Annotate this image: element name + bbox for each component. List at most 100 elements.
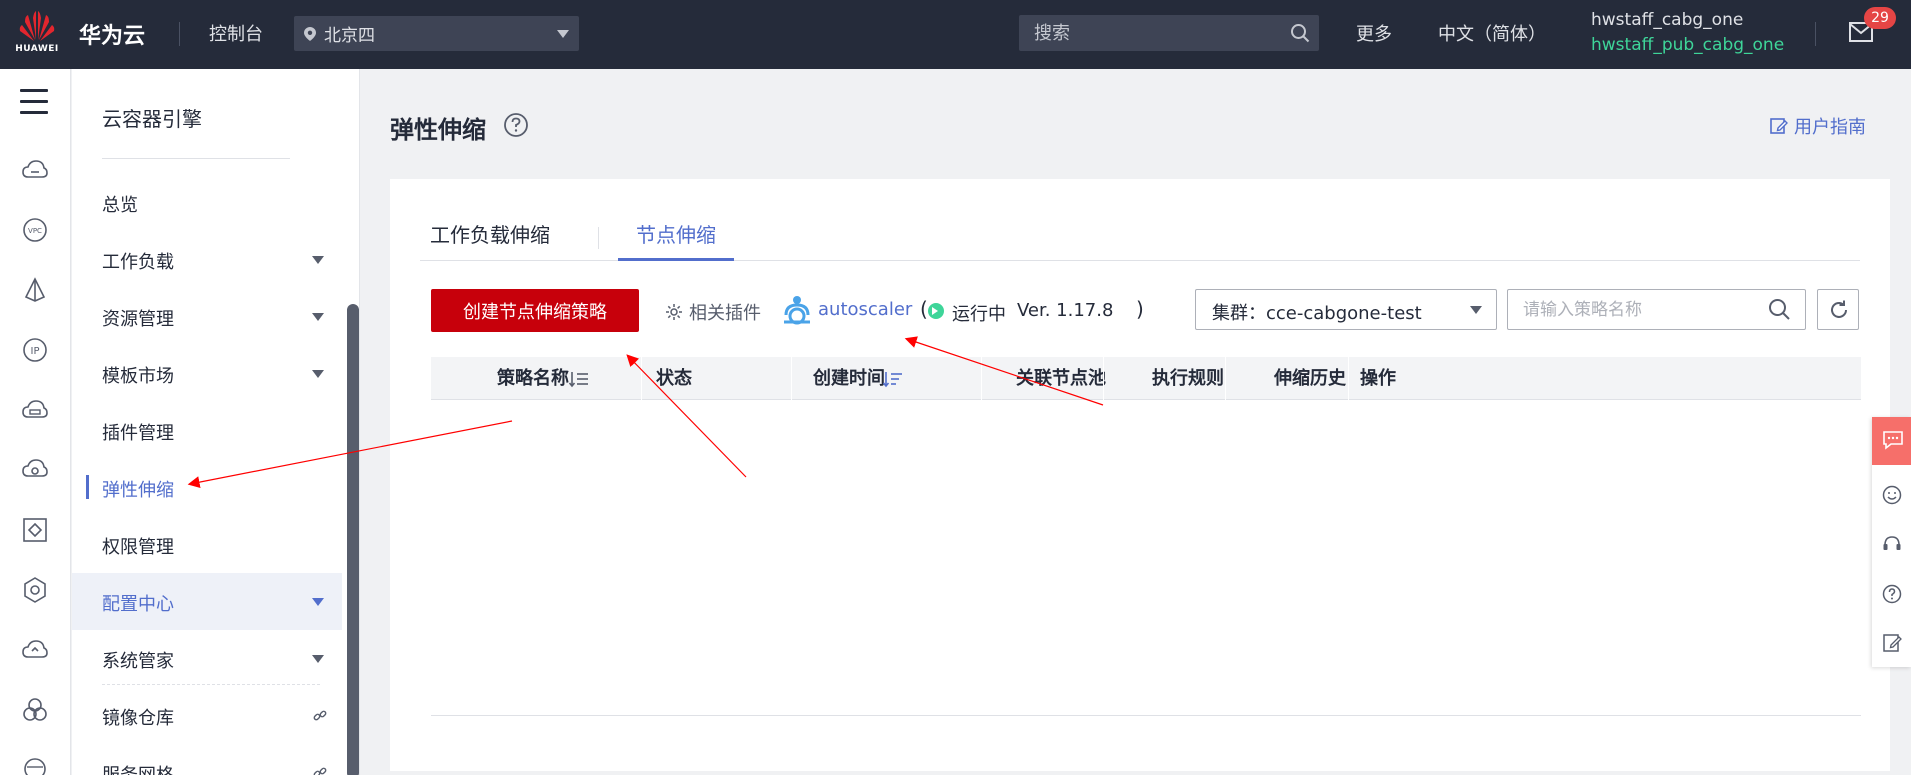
search-icon[interactable] xyxy=(1290,23,1310,43)
chevron-down-icon xyxy=(312,598,324,606)
sidebar-item-autoscaling[interactable]: 弹性伸缩 xyxy=(72,459,342,516)
column-header-status: 状态 xyxy=(656,368,692,389)
sort-active-icon[interactable] xyxy=(883,370,903,388)
column-header-node-pool: 关联节点池 xyxy=(1016,368,1106,389)
sidebar-item-system-manager[interactable]: 系统管家 xyxy=(72,630,342,687)
plugin-version: Ver. 1.17.8 xyxy=(1017,300,1114,321)
autoscaler-icon xyxy=(784,296,810,325)
huawei-logo[interactable]: HUAWEI xyxy=(14,10,60,58)
active-indicator xyxy=(86,475,89,499)
ip-icon[interactable]: IP xyxy=(22,337,48,363)
table-header: 策略名称 状态 创建时间 关联节点池 执行规则 伸缩历史 操作 xyxy=(431,357,1861,400)
edit-doc-icon xyxy=(1770,118,1788,134)
sidebar-item-label: 总览 xyxy=(102,195,138,216)
question-icon[interactable] xyxy=(1882,584,1902,604)
sidebar-item-overview[interactable]: 总览 xyxy=(72,174,342,231)
chevron-down-icon xyxy=(557,30,569,38)
global-search-input[interactable] xyxy=(1019,15,1319,51)
column-header-scaling-history: 伸缩历史 xyxy=(1274,368,1346,389)
sidebar-item-label: 模板市场 xyxy=(102,366,174,387)
sidebar-item-image-repository[interactable]: 镜像仓库 xyxy=(72,687,342,744)
chat-icon xyxy=(1883,431,1903,450)
cloud-server-icon[interactable] xyxy=(22,158,48,184)
search-icon[interactable] xyxy=(1768,298,1790,320)
cluster-icon[interactable] xyxy=(22,697,48,723)
divider xyxy=(598,227,599,249)
more-menu[interactable]: 更多 xyxy=(1356,20,1392,46)
sidebar-item-label: 服务网格 xyxy=(102,761,174,775)
divider xyxy=(102,684,320,685)
brand-name[interactable]: 华为云 xyxy=(79,18,145,50)
sidebar-item-service-mesh[interactable]: 服务网格 xyxy=(72,744,342,775)
console-link[interactable]: 控制台 xyxy=(209,20,263,46)
sidebar-navigation: 云容器引擎 总览 工作负载 资源管理 模板市场 插件管理 弹性伸缩 权限管理 配… xyxy=(72,69,360,775)
external-link-icon xyxy=(313,710,327,721)
chat-button[interactable] xyxy=(1872,417,1911,465)
top-navigation-bar: HUAWEI 华为云 控制台 北京四 更多 中文（简体） hwstaff_cab… xyxy=(0,0,1911,69)
column-header-created-time[interactable]: 创建时间 xyxy=(813,357,885,400)
create-node-scaling-policy-button[interactable]: 创建节点伸缩策略 xyxy=(431,289,639,332)
location-pin-icon xyxy=(304,26,316,41)
tab-node-scaling[interactable]: 节点伸缩 xyxy=(618,219,734,261)
user-account[interactable]: hwstaff_pub_cabg_one xyxy=(1591,35,1784,55)
plugin-status: 运行中 xyxy=(952,304,1006,325)
column-header-exec-rules: 执行规则 xyxy=(1152,368,1224,389)
sidebar-item-workloads[interactable]: 工作负载 xyxy=(72,231,342,288)
sort-icon[interactable] xyxy=(569,370,589,388)
autoscaler-plugin-link[interactable]: autoscaler xyxy=(818,299,912,320)
sail-icon[interactable] xyxy=(22,277,48,303)
feedback-icon[interactable] xyxy=(1882,633,1902,653)
cluster-select[interactable]: 集群：cce-cabgone-test xyxy=(1195,289,1497,330)
sidebar-item-config-center[interactable]: 配置中心 xyxy=(72,573,342,630)
cloud-upload-icon[interactable] xyxy=(22,637,48,663)
user-guide-link[interactable]: 用户指南 xyxy=(1770,113,1866,139)
sidebar-scrollbar[interactable] xyxy=(347,304,359,775)
tab-workload-scaling[interactable]: 工作负载伸缩 xyxy=(430,219,550,261)
sidebar-item-plugins[interactable]: 插件管理 xyxy=(72,402,342,459)
floating-help-panel xyxy=(1872,417,1911,667)
logo-text: HUAWEI xyxy=(15,44,59,54)
sidebar-item-label: 系统管家 xyxy=(102,651,174,672)
user-name[interactable]: hwstaff_cabg_one xyxy=(1591,10,1743,30)
page-title: 弹性伸缩 xyxy=(390,116,486,144)
column-header-actions: 操作 xyxy=(1360,368,1396,389)
column-header-policy-name[interactable]: 策略名称 xyxy=(497,357,569,400)
policy-name-search-input[interactable] xyxy=(1507,289,1806,330)
message-count-badge: 29 xyxy=(1864,7,1896,29)
external-link-icon xyxy=(313,767,327,775)
chevron-down-icon xyxy=(1470,306,1482,314)
sidebar-item-label: 资源管理 xyxy=(102,309,174,330)
divider xyxy=(1815,22,1816,46)
sidebar-item-label: 工作负载 xyxy=(102,252,174,273)
column-divider xyxy=(1348,357,1349,400)
svg-text:IP: IP xyxy=(31,346,40,357)
divider xyxy=(102,158,290,159)
help-icon[interactable] xyxy=(503,112,529,138)
language-selector[interactable]: 中文（简体） xyxy=(1438,20,1546,46)
svg-text:VPC: VPC xyxy=(28,227,42,235)
chevron-down-icon xyxy=(312,313,324,321)
region-selector[interactable]: 北京四 xyxy=(294,16,579,51)
container-icon[interactable] xyxy=(22,517,48,543)
table-bottom-border xyxy=(431,715,1861,716)
image-repo-icon[interactable] xyxy=(22,753,48,775)
sidebar-item-label: 权限管理 xyxy=(102,537,174,558)
cloud-disk-icon[interactable] xyxy=(22,397,48,423)
column-divider xyxy=(791,357,792,400)
sidebar-item-template-market[interactable]: 模板市场 xyxy=(72,345,342,402)
chevron-down-icon xyxy=(312,370,324,378)
cloud-gear-icon[interactable] xyxy=(22,457,48,483)
sidebar-item-label: 镜像仓库 xyxy=(102,708,174,729)
divider xyxy=(179,22,180,46)
column-divider xyxy=(981,357,982,400)
sidebar-item-resources[interactable]: 资源管理 xyxy=(72,288,342,345)
sidebar-item-permissions[interactable]: 权限管理 xyxy=(72,516,342,573)
customer-service-icon[interactable] xyxy=(1882,534,1902,554)
hamburger-menu-icon[interactable] xyxy=(20,89,48,115)
smiley-icon[interactable] xyxy=(1882,485,1902,505)
related-plugins-link[interactable]: 相关插件 xyxy=(665,299,761,325)
gear-box-icon[interactable] xyxy=(22,577,48,603)
vpc-icon[interactable]: VPC xyxy=(22,217,48,243)
sidebar-title: 云容器引擎 xyxy=(102,107,202,131)
refresh-button[interactable] xyxy=(1817,289,1859,330)
